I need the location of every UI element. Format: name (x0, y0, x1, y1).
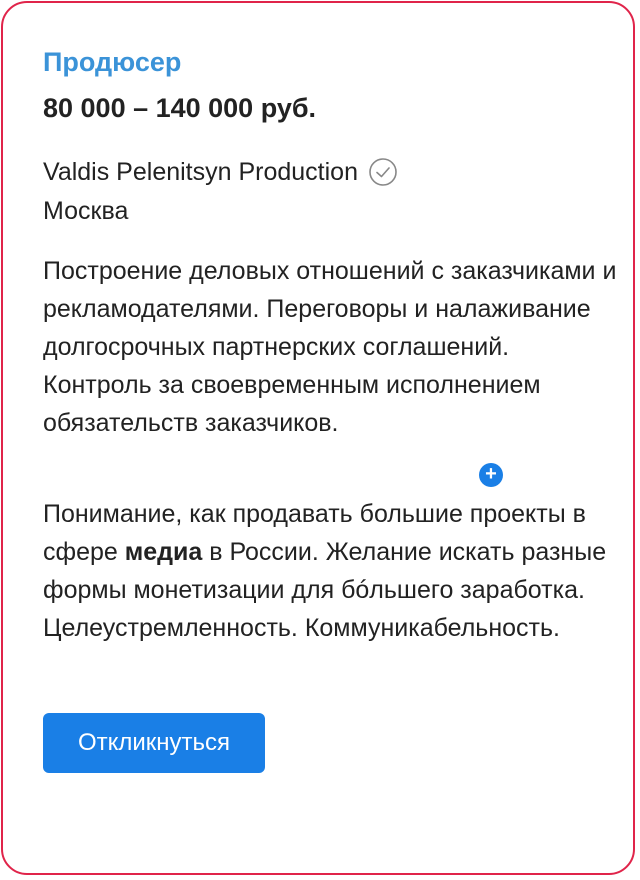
company-row: Valdis Pelenitsyn Production (43, 155, 398, 189)
verified-check-icon (368, 157, 398, 187)
vacancy-card: Продюсер 80 000 – 140 000 руб. Valdis Pe… (1, 1, 635, 875)
vacancy-title[interactable]: Продюсер (43, 45, 181, 79)
plus-circle-icon[interactable]: + (479, 463, 503, 487)
responsibilities-text: Построение деловых отношений с заказчика… (43, 257, 617, 437)
company-name-link[interactable]: Valdis Pelenitsyn Production (43, 155, 358, 189)
requirements-highlight: медиа (124, 538, 203, 566)
vacancy-city: Москва (43, 197, 129, 225)
requirements-text: Понимание, как продавать большие проекты… (43, 495, 623, 647)
vacancy-salary: 80 000 – 140 000 руб. (43, 93, 317, 123)
apply-button[interactable]: Откликнуться (43, 713, 265, 773)
